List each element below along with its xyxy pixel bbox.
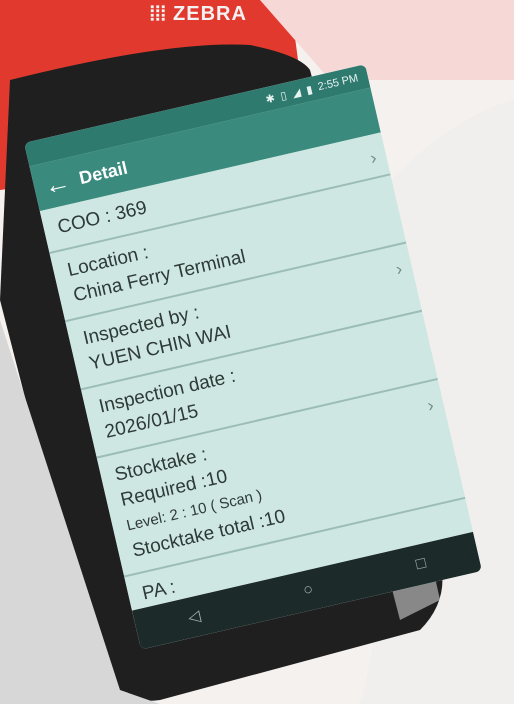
back-triangle-icon[interactable]: ◁: [186, 606, 202, 628]
page-title: Detail: [77, 157, 130, 188]
vibrate-icon: ▯: [279, 89, 288, 103]
signal-icon: ◢: [291, 86, 302, 100]
status-time: 2:55 PM: [316, 72, 360, 94]
bluetooth-icon: ✱: [264, 92, 277, 106]
zebra-logo-icon: ⦙⦙⦙: [150, 3, 167, 25]
chevron-right-icon: ›: [425, 394, 436, 416]
handheld-device: ⦙⦙⦙ ZEBRA ✱ ▯ ◢ ▮ 2:55 PM ← Detail COO :…: [0, 0, 514, 704]
battery-icon: ▮: [305, 83, 314, 97]
home-circle-icon[interactable]: ○: [302, 581, 315, 601]
device-screen: ✱ ▯ ◢ ▮ 2:55 PM ← Detail COO : 369 › Loc…: [24, 64, 483, 650]
back-arrow-icon[interactable]: ←: [41, 166, 73, 201]
recents-square-icon[interactable]: □: [414, 555, 427, 575]
chevron-right-icon: ›: [393, 258, 405, 280]
brand-logo: ⦙⦙⦙ ZEBRA: [150, 3, 247, 26]
chevron-right-icon: ›: [368, 147, 379, 169]
brand-name: ZEBRA: [173, 3, 247, 25]
